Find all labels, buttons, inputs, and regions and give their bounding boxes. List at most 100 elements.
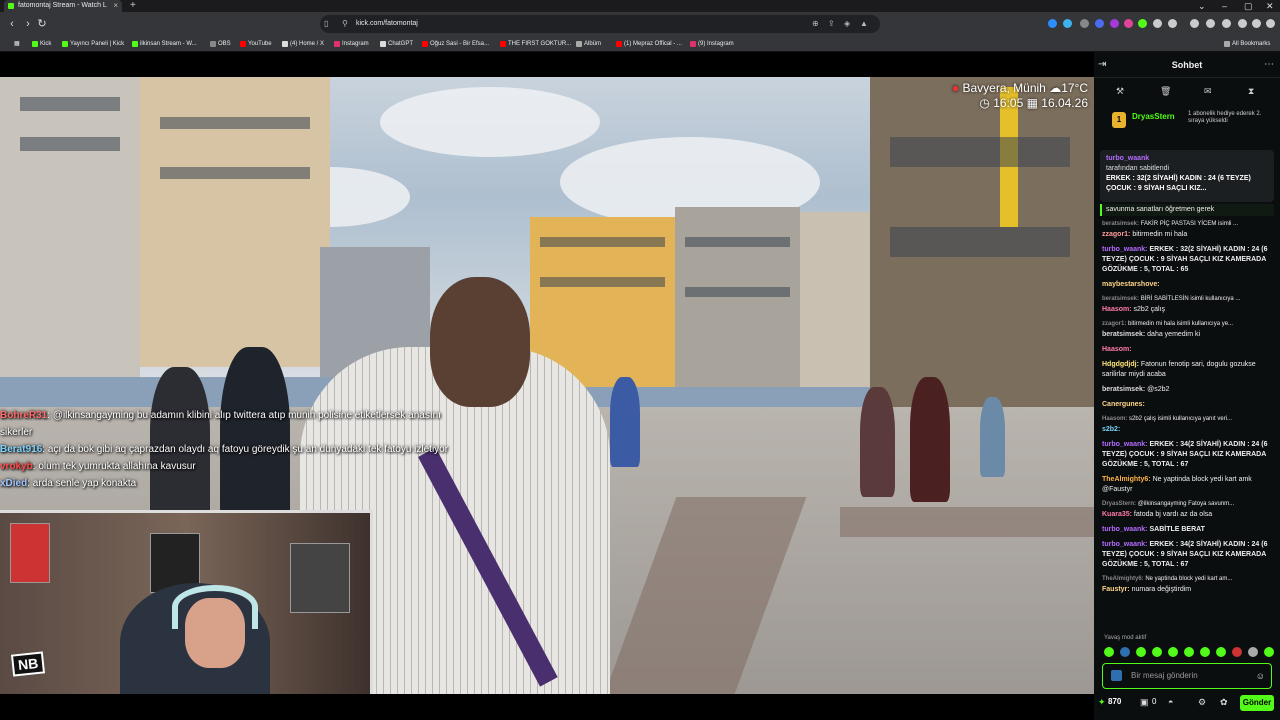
page-icon[interactable]: ▯ bbox=[324, 15, 328, 33]
extension-icon[interactable] bbox=[1048, 19, 1057, 28]
chat-message[interactable]: Hdgdgdjdj: Fatonun fenotip sari, dogulu … bbox=[1100, 359, 1274, 381]
rewards-icon[interactable] bbox=[1238, 19, 1247, 28]
reply-reference[interactable]: DryasStern: @ilkinsangayming Fatoya savu… bbox=[1100, 499, 1274, 509]
chat-username[interactable]: Haasom: bbox=[1102, 416, 1127, 422]
emote-icon[interactable] bbox=[1104, 647, 1114, 657]
bookmark-item[interactable]: Oğuz Sasi - Bir Efsa... bbox=[422, 36, 489, 52]
extension-icon[interactable] bbox=[1124, 19, 1133, 28]
chat-settings-icon[interactable]: ⋯ bbox=[1264, 52, 1274, 78]
new-tab-button[interactable]: + bbox=[130, 0, 136, 12]
emote-icon[interactable] bbox=[1184, 647, 1194, 657]
emote-icon[interactable] bbox=[1168, 647, 1178, 657]
sidebar-icon[interactable] bbox=[1206, 19, 1215, 28]
chat-username[interactable]: TheAlmighty6: bbox=[1102, 476, 1151, 483]
chat-username[interactable]: Haasom: bbox=[1102, 306, 1132, 313]
back-icon[interactable]: ‹ bbox=[4, 12, 20, 36]
emote-icon[interactable] bbox=[1152, 647, 1162, 657]
browser-tab[interactable]: fatomontaj Stream - Watch L × bbox=[4, 0, 122, 12]
chat-username[interactable]: zzagor1: bbox=[1102, 321, 1126, 327]
extension-icon[interactable] bbox=[1168, 19, 1177, 28]
tab-close-icon[interactable]: × bbox=[113, 0, 118, 12]
chat-message[interactable]: s2b2: bbox=[1100, 424, 1274, 436]
bookmark-item[interactable]: OBS bbox=[210, 36, 231, 52]
kick-emote-icon[interactable] bbox=[1111, 670, 1122, 681]
bookmark-item[interactable]: YouTube bbox=[240, 36, 272, 52]
bookmark-item[interactable]: Kick bbox=[32, 36, 51, 52]
chat-bubble-icon[interactable]: ◓ bbox=[1168, 692, 1173, 712]
chat-username[interactable]: beratsimsek: bbox=[1102, 386, 1145, 393]
profile-icon[interactable] bbox=[1252, 19, 1261, 28]
chat-message[interactable]: Faustyr: numara değiştirdim bbox=[1100, 584, 1274, 596]
hourglass-icon[interactable]: ⧗ bbox=[1248, 78, 1254, 104]
minimize-icon[interactable]: – bbox=[1222, 0, 1227, 12]
send-button[interactable]: Gönder bbox=[1240, 695, 1274, 711]
tab-search-icon[interactable]: ⌄ bbox=[1198, 0, 1206, 12]
bookmark-item[interactable]: Instagram bbox=[334, 36, 369, 52]
emote-icon[interactable] bbox=[1248, 647, 1258, 657]
stream-video[interactable]: ● Bavyera, Münih ☁17°C ◷ 16:05 ▦ 16.04.2… bbox=[0, 77, 1094, 694]
chat-username[interactable]: turbo_waank: bbox=[1102, 526, 1148, 533]
trash-icon[interactable]: 🗑 bbox=[1160, 78, 1171, 104]
brave-icon[interactable]: ▲ bbox=[860, 15, 868, 33]
maximize-icon[interactable]: ▢ bbox=[1244, 0, 1253, 12]
chat-message[interactable]: turbo_waank: ERKEK : 32(2 SİYAHİ) KADIN … bbox=[1100, 244, 1274, 276]
emote-icon[interactable] bbox=[1120, 647, 1130, 657]
hammer-icon[interactable]: ⚒ bbox=[1116, 78, 1124, 104]
bookmark-item[interactable]: (1) Mepraz Offical - ... bbox=[616, 36, 682, 52]
reload-icon[interactable]: ↻ bbox=[34, 12, 50, 36]
bookmark-item[interactable]: (4) Home / X bbox=[282, 36, 324, 52]
gift-icon[interactable]: ▣ bbox=[1140, 692, 1149, 712]
chat-username[interactable]: beratsimsek: bbox=[1102, 221, 1139, 227]
reply-reference[interactable]: Haasom: s2b2 çalış isimli kullanıcıya ya… bbox=[1100, 414, 1274, 424]
emote-menu-icon[interactable]: ✿ bbox=[1220, 692, 1228, 712]
extension-icon[interactable] bbox=[1063, 19, 1072, 28]
chat-message[interactable]: Haasom: s2b2 çalış bbox=[1100, 304, 1274, 316]
chat-username[interactable]: turbo_waank: bbox=[1102, 441, 1148, 448]
chat-message[interactable]: maybestarshove: bbox=[1100, 279, 1274, 291]
share-icon[interactable]: ⇪ bbox=[828, 15, 835, 33]
bookmark-item[interactable]: Yayıncı Paneli | Kick bbox=[62, 36, 124, 52]
chat-username[interactable]: Kuara35: bbox=[1102, 511, 1132, 518]
gifter-name[interactable]: DryasStern bbox=[1132, 112, 1175, 121]
apps-icon[interactable]: ▦ bbox=[6, 36, 20, 52]
chat-username[interactable]: beratsimsek: bbox=[1102, 331, 1145, 338]
chat-message[interactable]: Canergunes: bbox=[1100, 399, 1274, 411]
extension-icon[interactable] bbox=[1190, 19, 1199, 28]
extension-icon[interactable] bbox=[1080, 19, 1089, 28]
chat-username[interactable]: Hdgdgdjdj: bbox=[1102, 361, 1139, 368]
extension-icon[interactable] bbox=[1153, 19, 1162, 28]
reply-reference[interactable]: zzagor1: bitirmedin mi hala isimli kulla… bbox=[1100, 319, 1274, 329]
chat-username[interactable]: maybestarshove: bbox=[1102, 281, 1160, 288]
gear-icon[interactable]: ⚙ bbox=[1198, 692, 1206, 712]
chat-message[interactable]: TheAlmighty6: Ne yaptinda block yedi kar… bbox=[1100, 474, 1274, 496]
chat-message[interactable]: turbo_waank: ERKEK : 34(2 SİYAHİ) KADIN … bbox=[1100, 439, 1274, 471]
chat-username[interactable]: zzagor1: bbox=[1102, 231, 1130, 238]
bookmark-item[interactable]: ilkinsan Stream - W... bbox=[132, 36, 197, 52]
chat-message[interactable]: zzagor1: bitirmedin mi hala bbox=[1100, 229, 1274, 241]
reply-reference[interactable]: TheAlmighty6: Ne yaptinda block yedi kar… bbox=[1100, 574, 1274, 584]
site-info-icon[interactable]: ⚲ bbox=[342, 15, 348, 33]
chat-message[interactable]: Kuara35: fatoda bj vardı az da olsa bbox=[1100, 509, 1274, 521]
chat-message[interactable]: beratsimsek: daha yemedim ki bbox=[1100, 329, 1274, 341]
chat-message[interactable]: beratsimsek: @s2b2 bbox=[1100, 384, 1274, 396]
extension-icon[interactable] bbox=[1110, 19, 1119, 28]
chat-message[interactable]: savunma sanatları öğretmen gerek bbox=[1100, 204, 1274, 216]
emote-icon[interactable] bbox=[1232, 647, 1242, 657]
bookmark-item[interactable]: THE FIRST GOKTUR... bbox=[500, 36, 571, 52]
message-icon[interactable]: ✉ bbox=[1204, 78, 1212, 104]
chat-username[interactable]: Faustyr: bbox=[1102, 586, 1130, 593]
chat-input[interactable]: Bir mesaj gönderin ☺ bbox=[1102, 663, 1272, 689]
chat-username[interactable]: turbo_waank: bbox=[1102, 246, 1148, 253]
chat-username[interactable]: turbo_waank: bbox=[1102, 541, 1148, 548]
close-window-icon[interactable]: ✕ bbox=[1266, 0, 1274, 12]
chat-username[interactable]: beratsimsek: bbox=[1102, 296, 1139, 302]
chat-username[interactable]: Haasom: bbox=[1102, 346, 1132, 353]
address-bar[interactable]: ▯ ⚲ kick.com/fatomontaj ⊕ ⇪ ◈ ▲ bbox=[320, 15, 880, 33]
reply-reference[interactable]: beratsimsek: BİRİ SABİTLESİN isimli kull… bbox=[1100, 294, 1274, 304]
emote-icon[interactable] bbox=[1216, 647, 1226, 657]
channel-points[interactable]: 870 bbox=[1108, 692, 1121, 712]
extension-icon[interactable] bbox=[1138, 19, 1147, 28]
chat-message[interactable]: Haasom: bbox=[1100, 344, 1274, 356]
bookmark-item[interactable]: ChatGPT bbox=[380, 36, 413, 52]
extension-icon[interactable] bbox=[1095, 19, 1104, 28]
